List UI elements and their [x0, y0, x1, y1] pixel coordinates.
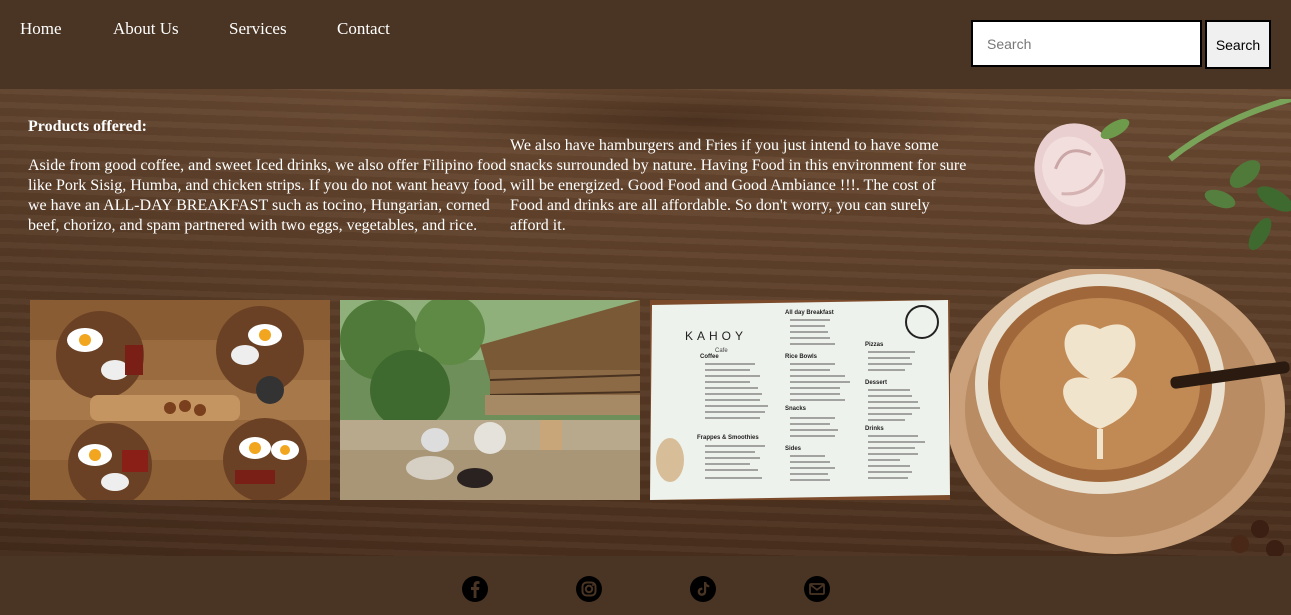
nav-home-link[interactable]: Home [20, 19, 62, 39]
search-button[interactable]: Search [1205, 20, 1271, 69]
menu-brand: KAHOY [685, 329, 747, 343]
menu-section-drinks: Drinks [865, 426, 884, 432]
menu-section-dessert: Dessert [865, 380, 887, 386]
search-input[interactable] [971, 20, 1202, 67]
products-heading: Products offered: [28, 118, 147, 135]
tiktok-icon[interactable] [689, 575, 717, 603]
rose-image [1034, 99, 1291, 251]
top-navbar: Home About Us Services Contact Search [0, 0, 1291, 89]
nav-contact-link[interactable]: Contact [337, 19, 390, 39]
menu-section-pizzas: Pizzas [865, 342, 884, 348]
nav-about-link[interactable]: About Us [113, 19, 179, 39]
menu-section-rice: Rice Bowls [785, 354, 818, 360]
mail-icon[interactable] [803, 575, 831, 603]
nav-services-link[interactable]: Services [229, 19, 287, 39]
cafe-garden-photo [340, 300, 640, 500]
hero-section: Products offered: Aside from good coffee… [0, 89, 1291, 556]
menu-section-coffee: Coffee [700, 354, 719, 360]
menu-card-photo: KAHOY Cafe All day Breakfast Coffee Rice… [650, 300, 950, 500]
footer [0, 556, 1291, 615]
menu-section-breakfast: All day Breakfast [785, 310, 834, 316]
menu-section-snacks: Snacks [785, 406, 807, 412]
menu-section-frappes: Frappes & Smoothies [697, 435, 759, 441]
menu-section-sides: Sides [785, 446, 802, 452]
facebook-icon[interactable] [461, 575, 489, 603]
coffee-cup-image [945, 269, 1290, 556]
products-paragraph-2: We also have hamburgers and Fries if you… [510, 137, 967, 234]
instagram-icon[interactable] [575, 575, 603, 603]
breakfast-photo [30, 300, 330, 500]
products-paragraph-1: Aside from good coffee, and sweet Iced d… [28, 157, 507, 234]
